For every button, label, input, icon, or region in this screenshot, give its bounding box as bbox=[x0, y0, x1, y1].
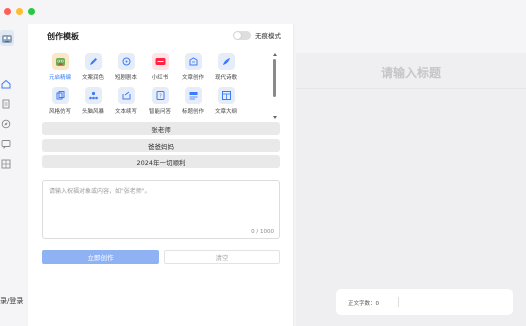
app-window: 录/登录 创作模板 无痕模式 元启精编 文案润色 短剧剧本 小红书 文章创作 现… bbox=[0, 0, 526, 326]
char-counter: 0 / 1000 bbox=[251, 229, 274, 235]
editor-area: 请输入标题 正文字数：0 bbox=[296, 53, 526, 326]
brainstorm-icon bbox=[84, 87, 102, 104]
stats-divider bbox=[398, 297, 399, 307]
login-link[interactable]: 录/登录 bbox=[0, 296, 23, 306]
word-count-bar: 正文字数：0 bbox=[336, 289, 513, 315]
template-tile[interactable]: 小红书 bbox=[143, 53, 177, 83]
incognito-mode: 无痕模式 bbox=[233, 30, 281, 40]
copy-icon bbox=[51, 87, 69, 104]
template-label: 文章大纲 bbox=[214, 109, 237, 115]
suggestion-chip[interactable]: 爸爸妈妈 bbox=[42, 139, 280, 152]
template-icon[interactable] bbox=[0, 158, 12, 170]
panel-title: 创作模板 bbox=[47, 32, 79, 41]
generate-button[interactable]: 立即创作 bbox=[42, 250, 159, 264]
word-count: 正文字数：0 bbox=[348, 299, 379, 307]
template-label: 文章创作 bbox=[181, 75, 204, 81]
template-scrollbar[interactable] bbox=[273, 53, 277, 119]
continue-icon bbox=[117, 87, 135, 104]
template-tile[interactable]: 文本续写 bbox=[109, 87, 143, 117]
template-tile[interactable]: 头脑风暴 bbox=[76, 87, 110, 117]
template-label: 小红书 bbox=[151, 75, 169, 81]
compass-icon[interactable] bbox=[0, 118, 12, 130]
left-rail: 录/登录 bbox=[0, 24, 23, 326]
avatar[interactable] bbox=[0, 30, 14, 46]
template-tile[interactable]: 文案润色 bbox=[76, 53, 110, 83]
prompt-placeholder: 请输入祝福对象或内容，如"张老师"。 bbox=[49, 188, 151, 195]
template-label: 智能问答 bbox=[148, 109, 171, 115]
word-count-value: 0 bbox=[375, 301, 380, 307]
scroll-up-icon[interactable] bbox=[273, 53, 277, 56]
template-label: 风格仿写 bbox=[48, 109, 71, 115]
incognito-toggle[interactable] bbox=[233, 30, 251, 40]
qa-icon: ? bbox=[151, 87, 169, 104]
prompt-textarea[interactable]: 请输入祝福对象或内容，如"张老师"。 0 / 1000 bbox=[42, 180, 280, 239]
template-label: 头脑风暴 bbox=[81, 109, 104, 115]
minimize-window-button[interactable] bbox=[16, 8, 23, 15]
clear-button[interactable]: 清空 bbox=[164, 250, 280, 264]
template-tile[interactable]: 文章创作 bbox=[176, 53, 210, 83]
svg-text:?: ? bbox=[159, 94, 162, 100]
template-tile[interactable]: 元启精编 bbox=[43, 53, 77, 83]
home-icon[interactable] bbox=[0, 78, 12, 90]
title-icon bbox=[184, 87, 202, 104]
template-tile[interactable]: 文章大纲 bbox=[209, 87, 243, 117]
article-icon bbox=[184, 53, 202, 70]
poem-icon bbox=[217, 53, 235, 70]
template-tile[interactable]: 标题创作 bbox=[176, 87, 210, 117]
template-tile[interactable]: 短剧剧本 bbox=[109, 53, 143, 83]
template-tile[interactable]: 风格仿写 bbox=[43, 87, 77, 117]
template-label: 标题创作 bbox=[181, 109, 204, 115]
template-panel: 创作模板 无痕模式 元启精编 文案润色 短剧剧本 小红书 文章创作 现代诗歌 风… bbox=[28, 24, 294, 326]
outline-icon bbox=[217, 87, 235, 104]
template-label: 文案润色 bbox=[81, 75, 104, 81]
title-divider bbox=[296, 88, 526, 89]
template-label: 元启精编 bbox=[48, 75, 71, 81]
document-icon[interactable] bbox=[0, 98, 12, 110]
template-label: 现代诗歌 bbox=[214, 75, 237, 81]
close-window-button[interactable] bbox=[4, 8, 11, 15]
template-tile[interactable]: ? 智能问答 bbox=[143, 87, 177, 117]
film-icon bbox=[117, 53, 135, 70]
pen-icon bbox=[84, 53, 102, 70]
suggestion-chip[interactable]: 张老师 bbox=[42, 122, 280, 135]
word-count-label: 正文字数： bbox=[348, 301, 376, 307]
monster-icon bbox=[51, 53, 69, 70]
template-label: 短剧剧本 bbox=[114, 75, 137, 81]
incognito-label: 无痕模式 bbox=[255, 32, 281, 40]
template-label: 文本续写 bbox=[114, 109, 137, 115]
chat-icon[interactable] bbox=[0, 138, 12, 150]
window-controls bbox=[4, 8, 35, 15]
template-tile[interactable]: 现代诗歌 bbox=[209, 53, 243, 83]
scroll-thumb[interactable] bbox=[273, 59, 276, 97]
scroll-down-icon[interactable] bbox=[273, 116, 277, 119]
zoom-window-button[interactable] bbox=[28, 8, 35, 15]
suggestion-chip[interactable]: 2024年一切顺利 bbox=[42, 155, 280, 168]
title-input[interactable]: 请输入标题 bbox=[296, 64, 526, 81]
xiaohongshu-icon bbox=[151, 53, 169, 70]
